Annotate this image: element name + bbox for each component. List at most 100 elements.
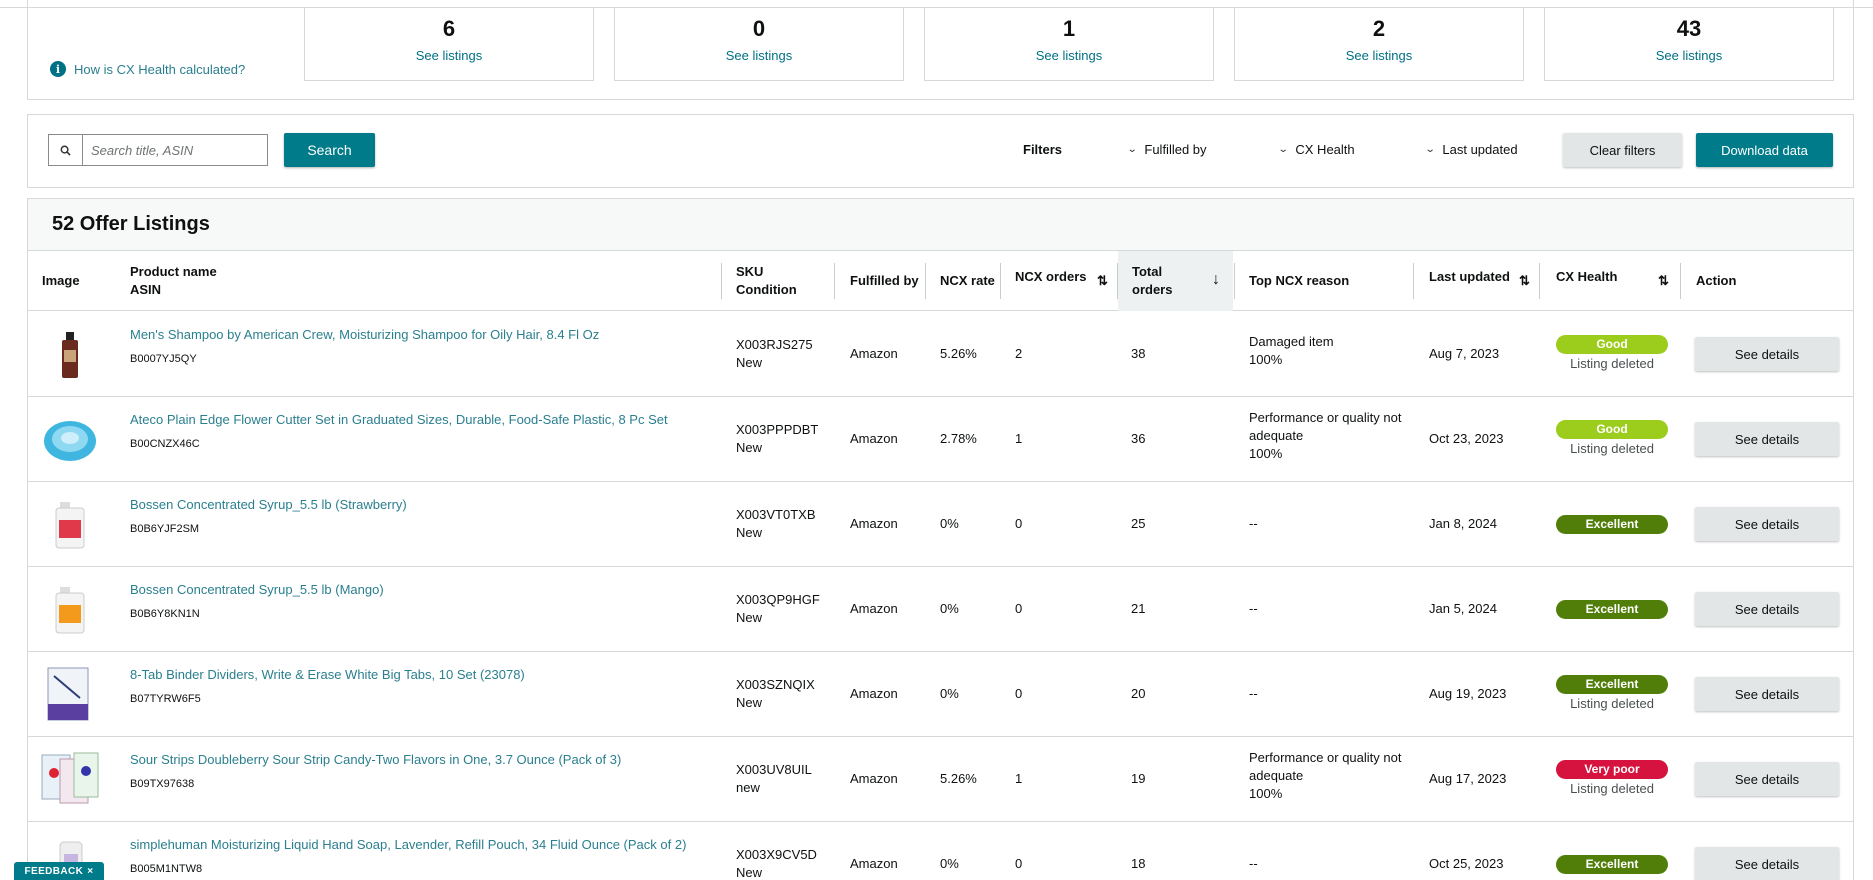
sku-cell: X003RJS275 New: [736, 336, 813, 372]
summary-card: 6 See listings: [304, 7, 594, 81]
product-name-link[interactable]: Bossen Concentrated Syrup_5.5 lb (Mango): [130, 581, 710, 599]
see-listings-link[interactable]: See listings: [305, 48, 593, 63]
cx-health-badge: Excellent: [1556, 600, 1668, 619]
product-image[interactable]: [40, 324, 100, 384]
last-updated-value: Jan 8, 2024: [1429, 516, 1497, 531]
fulfilled-by-value: Amazon: [850, 686, 898, 701]
col-ncx-orders[interactable]: NCX orders: [1015, 251, 1087, 311]
fulfilled-by-value: Amazon: [850, 431, 898, 446]
col-last-updated[interactable]: Last updated: [1429, 251, 1510, 311]
cx-calc-link-label: How is CX Health calculated?: [74, 61, 246, 77]
product-image[interactable]: [40, 494, 100, 554]
summary-count: 0: [752, 16, 766, 41]
sort-descending-icon[interactable]: ↓: [1212, 271, 1220, 289]
cx-health-badge: Good: [1556, 420, 1668, 439]
product-cell: Sour Strips Doubleberry Sour Strip Candy…: [130, 751, 710, 793]
offer-listings-panel: 52 Offer Listings Image Product name ASIN…: [27, 198, 1854, 880]
see-details-button[interactable]: See details: [1695, 847, 1839, 880]
cx-health-badge: Very poor: [1556, 760, 1668, 779]
sku-cell: X003PPPDBT New: [736, 421, 818, 457]
ncx-reason-text-cont: adequate: [1249, 428, 1304, 443]
sku-value: X003QP9HGF: [736, 592, 820, 607]
cx-health-cell: Excellent: [1556, 855, 1668, 874]
product-image[interactable]: [40, 409, 100, 469]
col-sku: SKU Condition: [736, 264, 797, 297]
sort-icon[interactable]: ⇅: [1658, 273, 1669, 289]
close-icon[interactable]: ×: [87, 866, 93, 877]
listing-status: Listing deleted: [1570, 356, 1654, 371]
see-details-button[interactable]: See details: [1695, 677, 1839, 711]
ncx-reason-text: --: [1249, 516, 1258, 531]
see-details-button[interactable]: See details: [1695, 507, 1839, 541]
total-orders-value: 20: [1131, 686, 1146, 701]
product-name-link[interactable]: Bossen Concentrated Syrup_5.5 lb (Strawb…: [130, 496, 710, 514]
product-image[interactable]: [40, 579, 100, 639]
cx-health-cell: Very poor Listing deleted: [1556, 760, 1668, 798]
last-updated-value: Aug 7, 2023: [1429, 346, 1500, 361]
cx-health-dropdown[interactable]: ⌄ CX Health: [1278, 142, 1355, 157]
see-listings-link[interactable]: See listings: [925, 48, 1213, 63]
see-listings-link[interactable]: See listings: [615, 48, 903, 63]
cx-health-cell: Excellent: [1556, 515, 1668, 534]
last-updated-dropdown[interactable]: ⌄ Last updated: [1425, 142, 1518, 157]
top-ncx-reason-cell: Performance or quality not adequate 100%: [1249, 409, 1409, 463]
total-orders-value: 25: [1131, 516, 1146, 531]
col-ncx-rate: NCX rate: [940, 273, 995, 288]
feedback-tab[interactable]: FEEDBACK ×: [14, 862, 104, 880]
top-ncx-reason-cell: --: [1249, 600, 1409, 618]
total-orders-value: 38: [1131, 346, 1146, 361]
product-name-link[interactable]: 8-Tab Binder Dividers, Write & Erase Whi…: [130, 666, 710, 684]
search-input[interactable]: [82, 134, 268, 166]
search-button[interactable]: Search: [284, 133, 375, 167]
product-cell: Ateco Plain Edge Flower Cutter Set in Gr…: [130, 411, 710, 453]
cx-health-badge: Excellent: [1556, 675, 1668, 694]
ncx-orders-value: 0: [1015, 601, 1023, 616]
ncx-reason-text: --: [1249, 686, 1258, 701]
cx-calc-link[interactable]: i How is CX Health calculated?: [50, 61, 245, 77]
product-name-link[interactable]: Men's Shampoo by American Crew, Moisturi…: [130, 326, 710, 344]
fulfilled-by-dropdown[interactable]: ⌄ Fulfilled by: [1127, 142, 1207, 157]
product-name-link[interactable]: Sour Strips Doubleberry Sour Strip Candy…: [130, 751, 710, 769]
sort-icon[interactable]: ⇅: [1519, 273, 1530, 289]
see-listings-link[interactable]: See listings: [1235, 48, 1523, 63]
column-divider: [925, 263, 926, 299]
dropdown-label: Last updated: [1442, 142, 1518, 157]
product-asin: B09TX97638: [130, 778, 195, 790]
sort-icon[interactable]: ⇅: [1097, 273, 1108, 289]
condition-value: New: [736, 695, 763, 710]
top-ncx-reason-cell: --: [1249, 515, 1409, 533]
ncx-rate-value: 0%: [940, 686, 959, 701]
product-image[interactable]: [40, 749, 100, 809]
top-ncx-reason-cell: --: [1249, 685, 1409, 703]
product-cell: 8-Tab Binder Dividers, Write & Erase Whi…: [130, 666, 710, 708]
col-cx-health[interactable]: CX Health: [1556, 251, 1617, 311]
see-details-button[interactable]: See details: [1695, 422, 1839, 456]
cx-health-cell: Good Listing deleted: [1556, 335, 1668, 373]
fulfilled-by-value: Amazon: [850, 601, 898, 616]
see-listings-link[interactable]: See listings: [1545, 48, 1833, 63]
total-orders-value: 36: [1131, 431, 1146, 446]
ncx-reason-text: Damaged item: [1249, 334, 1334, 349]
clear-filters-button[interactable]: Clear filters: [1563, 133, 1682, 167]
condition-value: New: [736, 525, 763, 540]
product-name-link[interactable]: Ateco Plain Edge Flower Cutter Set in Gr…: [130, 411, 710, 429]
sku-cell: X003X9CV5D New: [736, 846, 817, 880]
summary-card: 0 See listings: [614, 7, 904, 81]
product-name-link[interactable]: simplehuman Moisturizing Liquid Hand Soa…: [130, 836, 710, 854]
summary-count: 6: [442, 16, 456, 41]
ncx-orders-value: 2: [1015, 346, 1023, 361]
ncx-orders-value: 1: [1015, 771, 1023, 786]
column-divider: [1234, 263, 1235, 299]
see-details-button[interactable]: See details: [1695, 762, 1839, 796]
col-fulfilled-by: Fulfilled by: [850, 273, 919, 288]
product-cell: Bossen Concentrated Syrup_5.5 lb (Strawb…: [130, 496, 710, 538]
listings-header: 52 Offer Listings: [28, 199, 1853, 251]
see-details-button[interactable]: See details: [1695, 337, 1839, 371]
see-details-button[interactable]: See details: [1695, 592, 1839, 626]
total-orders-value: 18: [1131, 856, 1146, 871]
product-image[interactable]: [40, 664, 100, 724]
cx-health-badge: Excellent: [1556, 515, 1668, 534]
download-data-button[interactable]: Download data: [1696, 133, 1833, 167]
col-top-ncx-reason: Top NCX reason: [1249, 273, 1350, 288]
product-asin: B0007YJ5QY: [130, 353, 197, 365]
